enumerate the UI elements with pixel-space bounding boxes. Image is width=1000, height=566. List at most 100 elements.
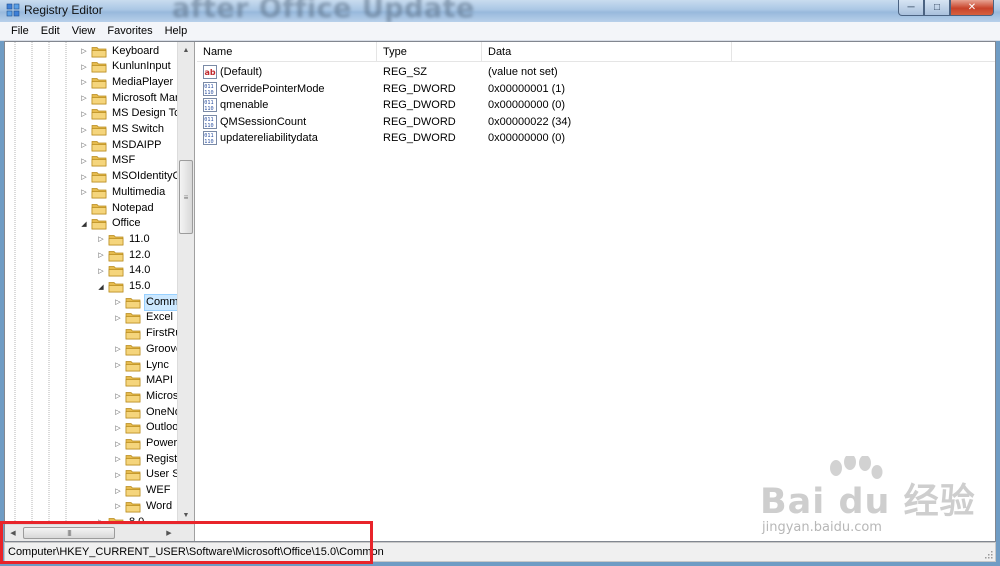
- resize-grip-icon[interactable]: [983, 549, 993, 559]
- tree-item[interactable]: ▷ KunlunInput: [79, 59, 173, 75]
- tree-item-label[interactable]: Office: [110, 216, 143, 231]
- tree-item[interactable]: ▷ Multimedia: [79, 184, 167, 200]
- tree-item-label[interactable]: 11.0: [127, 232, 152, 247]
- tree-item[interactable]: ▷ Registr: [113, 451, 183, 467]
- tree-item-label[interactable]: MSF: [110, 153, 137, 168]
- tree-item[interactable]: Notepad: [79, 200, 156, 216]
- column-header-type[interactable]: Type: [377, 42, 482, 62]
- close-button[interactable]: ✕: [950, 0, 994, 16]
- expand-arrow-icon[interactable]: ▷: [113, 297, 123, 307]
- tree-item-label[interactable]: 15.0: [127, 279, 152, 294]
- tree-item[interactable]: ▷ OneNo: [113, 404, 183, 420]
- expand-arrow-icon[interactable]: ▷: [113, 470, 123, 480]
- expand-arrow-icon[interactable]: ▷: [79, 109, 89, 119]
- tree-item-label[interactable]: Excel: [144, 310, 175, 325]
- expand-arrow-icon[interactable]: ▷: [96, 250, 106, 260]
- tree-item-label[interactable]: MSDAIPP: [110, 138, 164, 153]
- tree-item[interactable]: ▷ 12.0: [96, 247, 152, 263]
- menu-favorites[interactable]: Favorites: [101, 22, 158, 41]
- tree-item[interactable]: ▷ MSOIdentityCl: [79, 169, 185, 185]
- column-header-data[interactable]: Data: [482, 42, 732, 62]
- value-row[interactable]: 011 110 QMSessionCount REG_DWORD 0x00000022 …: [197, 114, 995, 130]
- tree-item[interactable]: ▷ MS Design Too: [79, 106, 188, 122]
- expand-arrow-icon[interactable]: ▷: [79, 187, 89, 197]
- expand-arrow-icon[interactable]: ▷: [113, 501, 123, 511]
- expand-arrow-icon[interactable]: ▷: [113, 344, 123, 354]
- expand-arrow-icon[interactable]: ▷: [113, 423, 123, 433]
- tree-item[interactable]: ▷ Outloo: [113, 420, 180, 436]
- tree-item[interactable]: ▷ PowerP: [113, 436, 187, 452]
- menu-help[interactable]: Help: [159, 22, 194, 41]
- expand-arrow-icon[interactable]: ▷: [113, 407, 123, 417]
- tree-item[interactable]: ▷ WEF: [113, 483, 172, 499]
- tree-vscroll-thumb[interactable]: ≡: [179, 160, 193, 234]
- value-row[interactable]: 011 110 OverridePointerMode REG_DWORD 0x0000…: [197, 81, 995, 97]
- tree-item-label[interactable]: MSOIdentityCl: [110, 169, 185, 184]
- expand-arrow-icon[interactable]: ▷: [79, 156, 89, 166]
- tree-item[interactable]: ◢ Office: [79, 216, 143, 232]
- menu-edit[interactable]: Edit: [35, 22, 66, 41]
- maximize-button[interactable]: □: [924, 0, 950, 16]
- folder-icon: [91, 46, 107, 57]
- tree-item[interactable]: FirstRu: [113, 326, 183, 342]
- tree-item[interactable]: ▷ Keyboard: [79, 43, 161, 59]
- tree-item[interactable]: ▷ MS Switch: [79, 122, 166, 138]
- tree-item-label[interactable]: Micros: [144, 389, 180, 404]
- tree-item[interactable]: ▷ Commo: [113, 293, 187, 311]
- expand-arrow-icon[interactable]: ▷: [96, 234, 106, 244]
- tree-vertical-scrollbar[interactable]: ▲ ≡ ▼: [177, 42, 194, 524]
- menu-file[interactable]: File: [5, 22, 35, 41]
- tree-item[interactable]: ▷ Groove: [113, 341, 184, 357]
- expand-arrow-icon[interactable]: ▷: [79, 62, 89, 72]
- tree-item-label[interactable]: Lync: [144, 358, 171, 373]
- tree-item[interactable]: ◢ 15.0: [96, 279, 152, 295]
- expand-arrow-icon[interactable]: ▷: [79, 46, 89, 56]
- tree-item-label[interactable]: MediaPlayer: [110, 75, 175, 90]
- expand-arrow-icon[interactable]: ▷: [79, 172, 89, 182]
- expanded-arrow-icon[interactable]: ◢: [79, 219, 89, 229]
- expand-arrow-icon[interactable]: ▷: [79, 140, 89, 150]
- expand-arrow-icon[interactable]: ▷: [113, 391, 123, 401]
- menu-view[interactable]: View: [66, 22, 102, 41]
- expanded-arrow-icon[interactable]: ◢: [96, 282, 106, 292]
- tree-item-label[interactable]: Keyboard: [110, 44, 161, 59]
- expand-arrow-icon[interactable]: ▷: [113, 313, 123, 323]
- scroll-up-arrow-icon[interactable]: ▲: [178, 42, 194, 58]
- tree-item[interactable]: ▷ Micros: [113, 388, 180, 404]
- tree-item-label[interactable]: Outloo: [144, 420, 180, 435]
- tree-item-label[interactable]: Notepad: [110, 201, 156, 216]
- tree-item[interactable]: ▷ Word: [113, 498, 174, 514]
- value-row[interactable]: 011 110 qmenable REG_DWORD 0x00000000 (0): [197, 97, 995, 113]
- expand-arrow-icon[interactable]: ▷: [79, 77, 89, 87]
- minimize-button[interactable]: ─: [898, 0, 924, 16]
- column-header-name[interactable]: Name: [197, 42, 377, 62]
- tree-item[interactable]: ▷ MSF: [79, 153, 137, 169]
- expand-arrow-icon[interactable]: ▷: [113, 360, 123, 370]
- tree-item-label[interactable]: MAPI: [144, 373, 175, 388]
- tree-item[interactable]: ▷ Microsoft Mar: [79, 90, 181, 106]
- value-type: REG_DWORD: [383, 99, 456, 112]
- tree-item-label[interactable]: WEF: [144, 483, 172, 498]
- tree-item-label[interactable]: KunlunInput: [110, 59, 173, 74]
- tree-item[interactable]: ▷ Excel: [113, 310, 175, 326]
- tree-item[interactable]: ▷ MSDAIPP: [79, 137, 164, 153]
- tree-item-label[interactable]: Word: [144, 499, 174, 514]
- tree-item-label[interactable]: Microsoft Mar: [110, 91, 181, 106]
- expand-arrow-icon[interactable]: ▷: [79, 93, 89, 103]
- tree-item-label[interactable]: 12.0: [127, 248, 152, 263]
- expand-arrow-icon[interactable]: ▷: [113, 486, 123, 496]
- tree-item[interactable]: ▷ MediaPlayer: [79, 74, 175, 90]
- tree-item[interactable]: ▷ Lync: [113, 357, 171, 373]
- tree-item-label[interactable]: MS Switch: [110, 122, 166, 137]
- tree-item-label[interactable]: 14.0: [127, 263, 152, 278]
- tree-item[interactable]: ▷ 14.0: [96, 263, 152, 279]
- expand-arrow-icon[interactable]: ▷: [96, 266, 106, 276]
- expand-arrow-icon[interactable]: ▷: [79, 125, 89, 135]
- expand-arrow-icon[interactable]: ▷: [113, 439, 123, 449]
- tree-item[interactable]: ▷ 11.0: [96, 231, 152, 247]
- value-row[interactable]: 011 110 updatereliabilitydata REG_DWORD 0x00…: [197, 130, 995, 146]
- tree-item[interactable]: MAPI: [113, 373, 175, 389]
- value-row[interactable]: ab (Default) REG_SZ (value not set): [197, 64, 995, 80]
- tree-item-label[interactable]: Multimedia: [110, 185, 167, 200]
- expand-arrow-icon[interactable]: ▷: [113, 454, 123, 464]
